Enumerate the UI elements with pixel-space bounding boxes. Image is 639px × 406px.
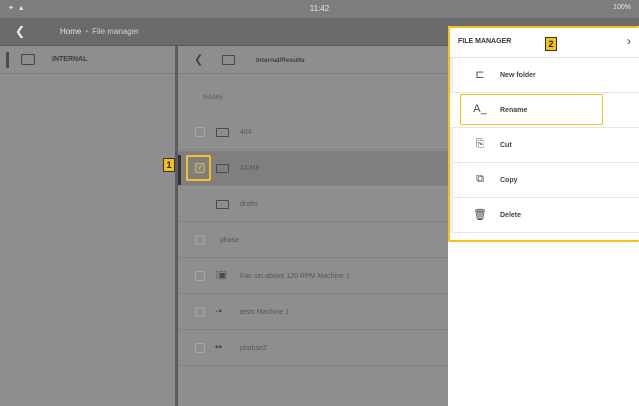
panel-highlight-frame [448,26,639,242]
file-row[interactable]: ·▪ tests Machine 1 [178,295,448,330]
column-header-name[interactable]: NAME [203,94,224,101]
file-list-pane: ❮ Internal/Results NAME 404 ACME drafts … [178,46,448,406]
folder-icon [222,55,235,65]
breadcrumb: Home • File manager [60,27,139,36]
row-checkbox[interactable] [195,271,205,281]
breadcrumb-current: File manager [92,27,139,36]
file-name: 404 [240,129,252,136]
breadcrumb-home[interactable]: Home [60,27,81,36]
selected-row-marker [178,155,181,185]
rename-highlight [460,94,603,125]
drive-icon [21,54,35,65]
file-row[interactable]: ▪▪ phabse2 [178,331,448,366]
folder-icon [216,128,229,137]
file-row[interactable]: drafts [178,187,448,222]
machine-icon: ·▪ [215,306,222,317]
current-path: Internal/Results [256,57,305,64]
machine-icon: ⁞▣ [215,270,228,281]
file-name: ACME [240,165,261,172]
row-checkbox[interactable] [195,343,205,353]
file-row[interactable]: phase [178,223,448,258]
callout-2: 2 [545,37,557,51]
drive-label: INTERNAL [52,56,88,63]
status-bar: ✦ ▲ 11:42 100% [0,0,639,18]
file-name: Fan set above 120 RPM Machine 1 [240,273,350,280]
file-manager-panel: FILE MANAGER › ⊏ New folder A_ Rename ⎘ … [448,26,639,406]
file-name: drafts [240,201,258,208]
row-checkbox[interactable] [195,127,205,137]
row-checkbox[interactable] [195,235,205,245]
checkbox-highlight [186,155,211,181]
drive-internal[interactable]: INTERNAL [0,46,175,74]
file-name: phase [220,237,240,244]
status-time: 11:42 [309,4,330,13]
breadcrumb-separator: • [85,27,89,36]
folder-icon [216,164,229,173]
selection-bar [6,52,9,68]
callout-1: 1 [163,158,175,172]
back-icon[interactable]: ❮ [15,24,25,38]
file-row[interactable]: 404 [178,115,448,150]
file-pane-header: ❮ Internal/Results [178,46,448,74]
row-checkbox[interactable] [195,307,205,317]
machine-icon: ▪▪ [215,342,223,353]
folder-icon [216,200,229,209]
file-name: phabse2 [240,345,267,352]
battery-indicator: 100% [613,4,631,11]
storage-pane: INTERNAL [0,46,178,406]
file-row[interactable]: ⁞▣ Fan set above 120 RPM Machine 1 [178,259,448,294]
file-row[interactable]: ACME [178,151,448,186]
folder-back-icon[interactable]: ❮ [194,53,203,66]
file-name: tests Machine 1 [240,309,290,316]
